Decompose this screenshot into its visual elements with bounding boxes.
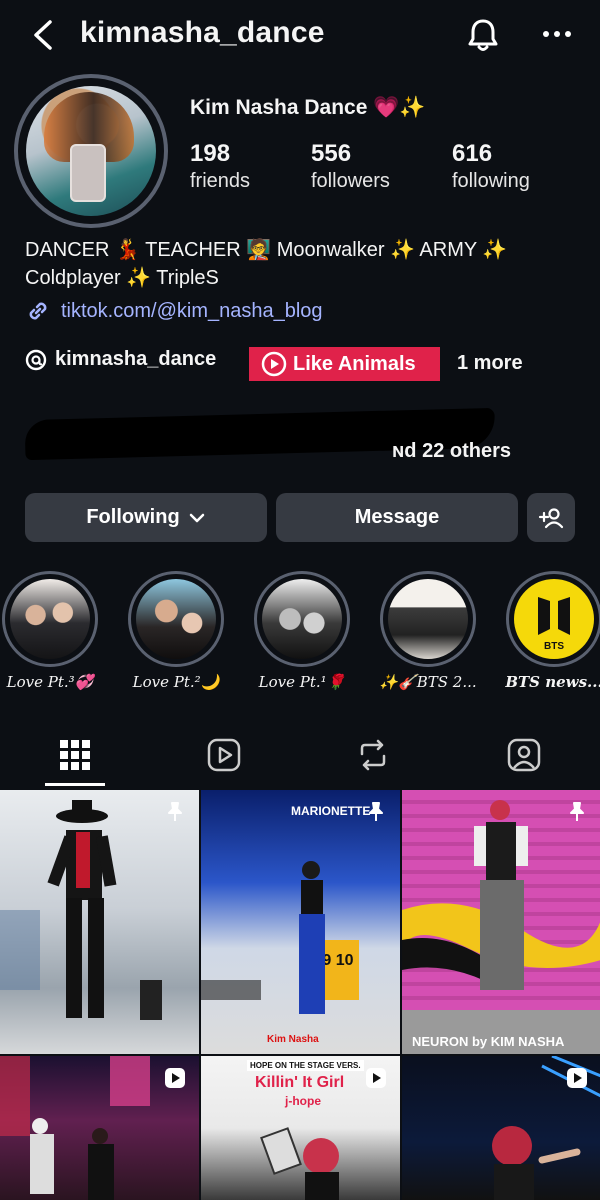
pinned-icon bbox=[168, 802, 182, 821]
add-person-icon bbox=[538, 507, 564, 528]
grid-tab-icon[interactable] bbox=[56, 736, 94, 774]
threads-icon bbox=[25, 349, 47, 370]
highlight-cover bbox=[136, 579, 216, 659]
content-tabs bbox=[0, 730, 600, 786]
notification-bell-icon[interactable] bbox=[464, 16, 502, 54]
platform-sign: 9 10 bbox=[322, 952, 353, 969]
highlight-ring bbox=[380, 571, 476, 667]
post-overlay-text: MARIONETTE bbox=[291, 804, 371, 818]
bio-line: DANCER 💃 TEACHER 🧑‍🏫 Moonwalker ✨ ARMY ✨ bbox=[25, 239, 508, 261]
pill-label: Like Animals bbox=[293, 352, 416, 375]
stat-value: 616 bbox=[452, 140, 493, 167]
more-options-icon[interactable] bbox=[540, 20, 574, 48]
active-tab-indicator bbox=[45, 783, 105, 786]
threads-link[interactable]: kimnasha_dance bbox=[25, 348, 216, 371]
highlight-ring bbox=[2, 571, 98, 667]
tagged-tab-icon[interactable] bbox=[505, 736, 543, 774]
reel-icon bbox=[165, 1068, 185, 1088]
top-bar: kimnasha_dance bbox=[0, 0, 600, 70]
display-name: Kim Nasha Dance 💗✨ bbox=[190, 96, 426, 119]
stat-followers[interactable]: 556 followers bbox=[311, 140, 390, 193]
post-overlay-text: NEURON by KIM NASHA bbox=[412, 1034, 565, 1049]
highlight-cover bbox=[262, 579, 342, 659]
highlight-item[interactable]: Love Pt.³💞 bbox=[2, 571, 98, 691]
bts-logo-icon: BTS bbox=[538, 597, 570, 652]
profile-bio: DANCER 💃 TEACHER 🧑‍🏫 Moonwalker ✨ ARMY ✨… bbox=[25, 236, 585, 292]
message-label: Message bbox=[354, 506, 440, 528]
stat-label: friends bbox=[190, 170, 251, 192]
pinned-icon bbox=[570, 802, 584, 821]
grid-post[interactable] bbox=[0, 790, 199, 1054]
profile-username: kimnasha_dance bbox=[80, 16, 325, 49]
profile-avatar[interactable] bbox=[14, 74, 168, 228]
profile-link[interactable]: tiktok.com/@kim_nasha_blog bbox=[25, 298, 323, 324]
highlight-caption: Love Pt.³💞 bbox=[6, 673, 94, 691]
post-thumbnail bbox=[0, 800, 162, 1020]
featured-link-pill[interactable]: Like Animals bbox=[249, 347, 440, 381]
link-icon bbox=[29, 302, 47, 320]
stat-following[interactable]: 616 following bbox=[452, 140, 530, 193]
avatar-photo bbox=[26, 86, 156, 216]
suggested-people-button[interactable] bbox=[527, 493, 575, 542]
bio-line: Coldplayer ✨ TripleS bbox=[25, 267, 219, 289]
grid-post[interactable] bbox=[0, 1056, 199, 1200]
chevron-down-icon bbox=[189, 513, 204, 522]
highlight-cover bbox=[388, 579, 468, 659]
stat-value: 198 bbox=[190, 140, 231, 167]
reposts-tab-icon[interactable] bbox=[354, 736, 392, 774]
grid-post[interactable]: HOPE ON THE STAGE VERS. Killin' It Girl … bbox=[201, 1056, 400, 1200]
link-text[interactable]: tiktok.com/@kim_nasha_blog bbox=[61, 300, 323, 323]
highlight-cover: BTS bbox=[514, 579, 594, 659]
grid-post[interactable]: 9 10 MARIONETTE Kim Nasha bbox=[201, 790, 400, 1054]
mutual-followers-text: ɴd 22 others bbox=[392, 440, 511, 462]
highlight-ring bbox=[254, 571, 350, 667]
back-arrow-icon[interactable] bbox=[28, 18, 60, 52]
highlight-ring bbox=[128, 571, 224, 667]
grid-post[interactable]: NEURON by KIM NASHA bbox=[402, 790, 600, 1054]
post-grid: 9 10 MARIONETTE Kim Nasha NEURON by KIM … bbox=[0, 790, 600, 1200]
highlight-caption: Love Pt.²🌙 bbox=[132, 673, 220, 691]
post-overlay-text: Kim Nasha bbox=[267, 1034, 319, 1045]
reels-tab-icon[interactable] bbox=[205, 736, 243, 774]
highlight-caption: ✨🎸BTS 2... bbox=[379, 673, 477, 691]
stat-label: following bbox=[452, 170, 530, 192]
highlight-item[interactable]: Love Pt.¹🌹 bbox=[254, 571, 350, 691]
pinned-icon bbox=[369, 802, 383, 821]
highlight-item[interactable]: BTS BTS news... bbox=[505, 571, 600, 691]
highlight-item[interactable]: Love Pt.²🌙 bbox=[128, 571, 224, 691]
highlight-item[interactable]: ✨🎸BTS 2... bbox=[379, 571, 477, 691]
bts-logo-text: BTS bbox=[544, 641, 564, 652]
stat-value: 556 bbox=[311, 140, 352, 167]
highlight-caption: BTS news... bbox=[505, 673, 600, 691]
reel-icon bbox=[567, 1068, 587, 1088]
reel-icon bbox=[366, 1068, 386, 1088]
more-links-button[interactable]: 1 more bbox=[457, 352, 523, 375]
message-button[interactable]: Message bbox=[276, 493, 518, 542]
post-thumbnail: 9 10 bbox=[201, 861, 359, 1014]
stat-label: followers bbox=[311, 170, 390, 192]
highlight-ring: BTS bbox=[506, 571, 600, 667]
highlight-cover bbox=[10, 579, 90, 659]
stat-friends[interactable]: 198 friends bbox=[190, 140, 250, 193]
highlight-caption: Love Pt.¹🌹 bbox=[258, 673, 346, 691]
post-thumbnail bbox=[402, 800, 600, 1054]
following-label: Following bbox=[86, 506, 180, 528]
play-circle-icon bbox=[261, 351, 287, 377]
threads-handle: kimnasha_dance bbox=[55, 348, 217, 370]
following-button[interactable]: Following bbox=[25, 493, 267, 542]
grid-post[interactable] bbox=[402, 1056, 600, 1200]
